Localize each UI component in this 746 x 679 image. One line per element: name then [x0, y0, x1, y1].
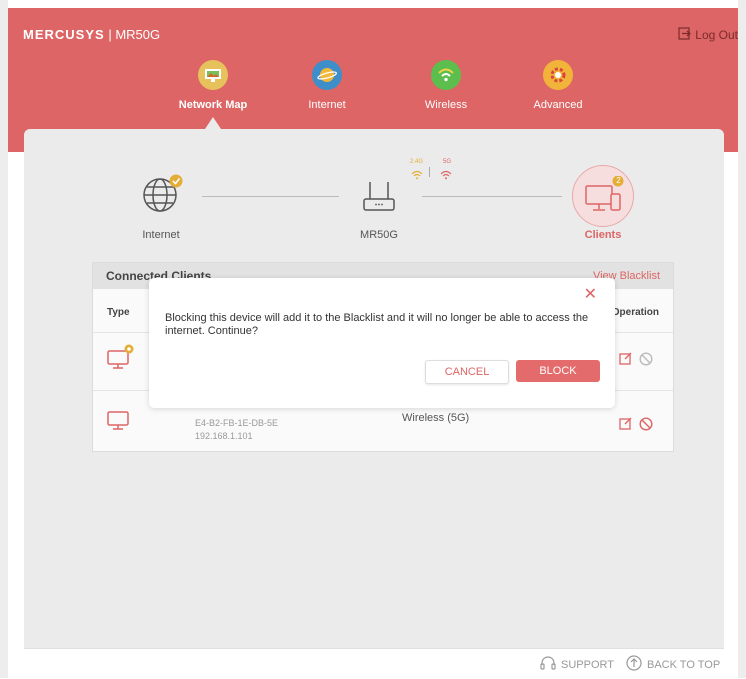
back-to-top-label: BACK TO TOP — [647, 658, 721, 671]
client-ip: 192.168.1.101 — [195, 431, 253, 441]
nav-advanced[interactable]: Advanced — [513, 60, 603, 111]
wired-device-icon — [107, 344, 137, 375]
nav-network-map[interactable]: Network Map — [168, 60, 258, 111]
band-divider — [429, 167, 430, 177]
network-map-icon — [198, 60, 228, 90]
logout-icon — [678, 27, 692, 43]
block-button[interactable]: BLOCK — [516, 360, 600, 382]
cancel-button[interactable]: CANCEL — [425, 360, 509, 384]
device-monitor-icon — [107, 411, 131, 436]
nav-wireless[interactable]: Wireless — [401, 60, 491, 111]
client-mac: E4-B2-FB-1E-DB-5E — [195, 418, 279, 428]
wifi-5g-icon — [440, 167, 452, 185]
close-icon[interactable]: ✕ — [584, 284, 597, 304]
link-line-internet — [202, 196, 339, 197]
edit-icon[interactable] — [619, 417, 632, 435]
wireless-icon — [431, 60, 461, 90]
band-5g-label: 5G — [443, 159, 452, 165]
advanced-gear-icon — [543, 60, 573, 90]
router-icon — [362, 182, 396, 216]
nav-label-internet: Internet — [308, 99, 346, 111]
client-count-badge: 2 — [616, 176, 621, 185]
col-operation: Operation — [611, 307, 659, 318]
clients-node[interactable]: 2 — [572, 165, 634, 227]
router-node[interactable] — [362, 178, 396, 217]
support-label: SUPPORT — [561, 658, 614, 671]
brand-name: MERCUSYS — [23, 27, 105, 42]
link-line-clients — [422, 196, 562, 197]
headset-icon — [540, 655, 556, 674]
col-type: Type — [107, 307, 130, 318]
logout-label: Log Out — [695, 28, 738, 42]
logout-button[interactable]: Log Out — [678, 27, 738, 43]
nav-internet[interactable]: Internet — [282, 60, 372, 111]
internet-label: Internet — [142, 229, 180, 241]
dialog-message: Blocking this device will add it to the … — [165, 312, 589, 337]
block-confirm-dialog: ✕ Blocking this device will add it to th… — [149, 278, 615, 408]
nav-label-wireless: Wireless — [424, 99, 468, 111]
router-label: MR50G — [360, 229, 398, 241]
brand-logo: MERCUSYS | MR50G — [23, 27, 161, 42]
model-name: MR50G — [115, 27, 161, 42]
block-icon[interactable] — [639, 417, 653, 436]
internet-globe-icon — [312, 60, 342, 90]
client-connection: Wireless (5G) — [402, 412, 470, 424]
active-tab-indicator — [205, 117, 221, 129]
internet-globe-icon — [140, 174, 186, 218]
footer: SUPPORT BACK TO TOP — [24, 648, 724, 679]
band-24g-label: 2.4G — [410, 159, 424, 165]
block-icon[interactable] — [639, 352, 653, 371]
edit-icon[interactable] — [619, 352, 632, 370]
internet-node[interactable] — [140, 174, 186, 219]
nav-label-network-map: Network Map — [178, 99, 248, 111]
back-to-top-link[interactable]: BACK TO TOP — [626, 655, 720, 674]
clients-label: Clients — [584, 229, 622, 241]
support-link[interactable]: SUPPORT — [540, 655, 614, 674]
arrow-up-circle-icon — [626, 655, 642, 674]
nav-label-advanced: Advanced — [533, 99, 583, 111]
wifi-24g-icon — [411, 167, 423, 185]
